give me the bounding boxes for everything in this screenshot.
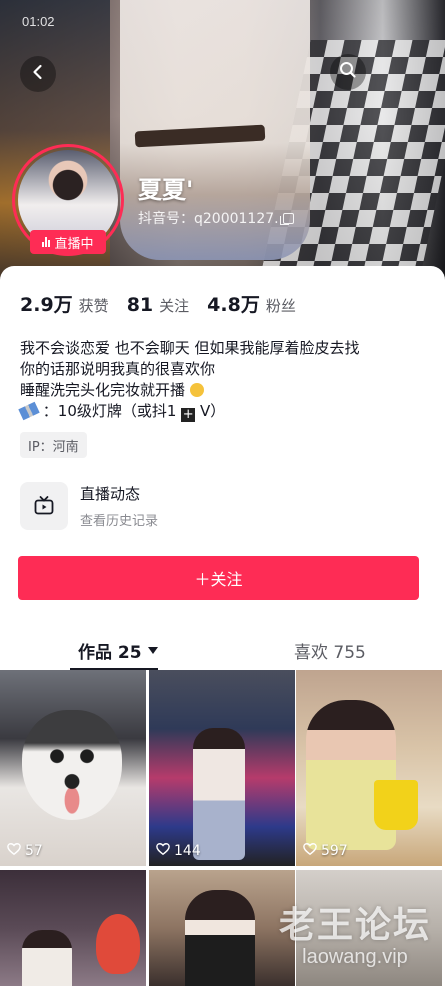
mascot-image	[96, 914, 140, 974]
person-image	[22, 930, 72, 986]
profile-bio: 我不会谈恋爱 也不会聊天 但如果我能厚着脸皮去找 你的话那说明我真的很喜欢你 睡…	[18, 338, 430, 422]
stat-followers[interactable]: 4.8万 粉丝	[207, 290, 296, 317]
tab-works-label: 作品 25	[78, 643, 142, 663]
chevron-left-icon	[28, 62, 48, 86]
heart-icon	[303, 842, 317, 860]
video-likes-count: 144	[174, 843, 201, 859]
stats-row: 2.9万 获赞 81 关注 4.8万 粉丝	[20, 290, 296, 317]
bio-line-3: 睡醒洗完头化完妆就开播	[20, 381, 186, 399]
live-bars-icon	[42, 237, 51, 247]
tv-icon	[20, 482, 68, 530]
stat-following-value: 81	[126, 294, 154, 316]
stat-followers-label: 粉丝	[265, 297, 296, 315]
status-time: 01:02	[22, 14, 55, 29]
video-thumbnail[interactable]	[0, 870, 146, 986]
stat-followers-value: 4.8万	[207, 294, 260, 316]
plus-emoji-icon: +	[181, 407, 196, 422]
video-thumbnail[interactable]: 144	[149, 670, 295, 866]
bio-line-4a: ：10级灯牌（或抖1	[42, 402, 177, 420]
stat-likes-value: 2.9万	[20, 294, 73, 316]
watermark-title: 老王论坛	[278, 904, 431, 946]
video-likes: 144	[156, 842, 201, 860]
watermark-url: laowang.vip	[302, 946, 408, 968]
bio-line-4b: V）	[199, 402, 226, 420]
douyin-id-text: 抖音号：q20001127.	[138, 211, 279, 227]
cup-image	[374, 780, 418, 830]
bio-line-1: 我不会谈恋爱 也不会聊天 但如果我能厚着脸皮去找	[20, 339, 360, 357]
video-likes-count: 57	[25, 843, 43, 859]
search-icon	[338, 60, 358, 84]
site-watermark: 老王论坛 laowang.vip	[279, 896, 431, 969]
video-likes: 57	[7, 842, 43, 860]
search-button[interactable]	[330, 54, 366, 90]
ip-location-tag: IP：河南	[20, 432, 87, 458]
bio-line-2: 你的话那说明我真的很喜欢你	[20, 360, 216, 378]
live-feed-entry[interactable]: 直播动态 查看历史记录	[20, 482, 158, 530]
douyin-id[interactable]: 抖音号：q20001127.	[138, 208, 294, 228]
video-thumbnail[interactable]: 57	[0, 670, 146, 866]
face-emoji-icon	[189, 383, 204, 397]
live-badge[interactable]: 直播中	[30, 230, 106, 254]
video-likes: 597	[303, 842, 348, 860]
dog-image	[22, 710, 122, 820]
satellite-emoji-icon	[18, 401, 40, 421]
live-feed-subtitle: 查看历史记录	[80, 514, 159, 529]
video-thumbnail[interactable]: 597	[296, 670, 442, 866]
back-button[interactable]	[20, 56, 56, 92]
bio-line-4-wrap: ：10级灯牌（或抖1 + V）	[18, 401, 430, 422]
video-likes-count: 597	[321, 843, 348, 859]
person-image	[193, 728, 245, 860]
stat-following[interactable]: 81 关注	[127, 294, 189, 316]
follow-button[interactable]: ＋关注	[18, 556, 419, 600]
copy-icon[interactable]	[279, 212, 294, 225]
stat-likes-label: 获赞	[78, 297, 109, 315]
heart-icon	[7, 842, 21, 860]
live-badge-label: 直播中	[54, 236, 94, 252]
stat-following-label: 关注	[159, 297, 190, 315]
caret-down-icon	[147, 647, 158, 654]
heart-icon	[156, 842, 170, 860]
stat-likes[interactable]: 2.9万 获赞	[20, 290, 109, 317]
profile-cover: 01:02 直播中 夏夏' 抖音号：q20001127.	[0, 0, 445, 290]
tab-works[interactable]: 作品 25	[78, 638, 158, 663]
profile-nickname: 夏夏'	[138, 176, 194, 204]
live-feed-title: 直播动态	[80, 485, 141, 503]
content-tabs: 作品 25 喜欢 755	[0, 628, 445, 670]
tab-likes[interactable]: 喜欢 755	[294, 638, 366, 663]
bio-line-3-wrap: 睡醒洗完头化完妆就开播	[20, 380, 430, 401]
person-image	[185, 890, 255, 986]
video-thumbnail[interactable]	[149, 870, 295, 986]
